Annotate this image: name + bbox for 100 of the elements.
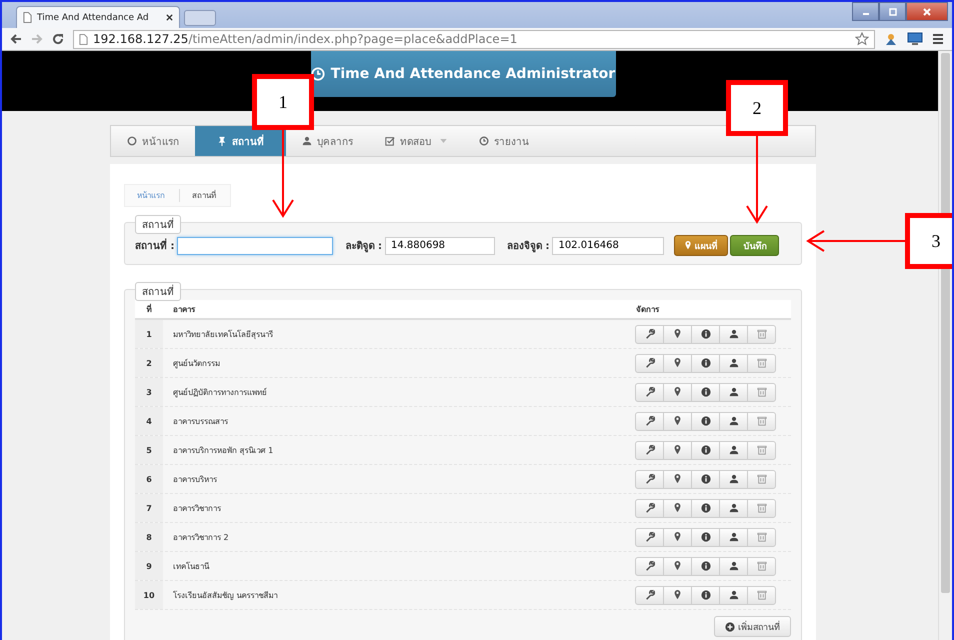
location-button[interactable] xyxy=(663,556,692,576)
user-button[interactable] xyxy=(719,470,748,488)
menu-icon[interactable] xyxy=(932,33,944,45)
input-field[interactable]: 14.880698 xyxy=(384,236,495,254)
building-icon xyxy=(756,503,766,513)
callout-number: 1 xyxy=(252,74,314,130)
close-window-button[interactable] xyxy=(906,2,948,21)
field-label: ละติจูด : xyxy=(345,240,382,253)
address-bar[interactable]: 192.168.127.25/timeAtten/admin/index.php?page=place&addPlace=1 xyxy=(73,30,875,48)
table-cell-text: อาคารวิชาการ 2 xyxy=(172,532,230,544)
pin-icon xyxy=(674,416,681,426)
user-button[interactable] xyxy=(719,586,748,604)
edit-button[interactable] xyxy=(635,528,664,546)
info-icon xyxy=(700,416,710,426)
table-cell-text: เทคโนธานี xyxy=(172,560,210,572)
info-button[interactable] xyxy=(691,324,720,344)
table-cell: 2 xyxy=(135,349,163,377)
pin-icon xyxy=(685,241,692,250)
edit-button[interactable] xyxy=(635,412,664,430)
back-icon[interactable] xyxy=(10,33,22,45)
location-button[interactable] xyxy=(663,586,692,604)
building-icon xyxy=(756,445,766,455)
table-cell-text: ศูนย์ปฏิบัติการทางการแพทย์ xyxy=(172,386,268,398)
nav-tab[interactable]: ทดสอบ xyxy=(369,126,463,156)
user-button[interactable] xyxy=(719,498,748,518)
pin-icon xyxy=(217,136,227,146)
location-button[interactable] xyxy=(663,412,692,430)
reload-icon[interactable] xyxy=(52,33,64,45)
panel-legend: สถานที่ xyxy=(135,215,181,234)
nav-tab[interactable]: สถานที่ xyxy=(195,126,286,156)
input-field[interactable] xyxy=(177,236,334,254)
info-button[interactable] xyxy=(691,556,720,576)
pin-icon xyxy=(674,387,681,397)
app-title-text: Time And Attendance Administrator xyxy=(330,66,616,82)
table-cell: 6 xyxy=(135,465,163,493)
scrollbar[interactable] xyxy=(938,51,952,640)
user-button[interactable] xyxy=(719,382,748,402)
map-button[interactable]: แผนที่ xyxy=(674,235,728,256)
edit-button[interactable] xyxy=(635,382,664,402)
location-button[interactable] xyxy=(663,324,692,344)
user-icon xyxy=(728,329,738,339)
edit-button[interactable] xyxy=(635,498,664,518)
callout-number: 2 xyxy=(726,80,788,136)
info-icon xyxy=(700,561,710,571)
location-button[interactable] xyxy=(663,440,692,460)
info-icon xyxy=(700,532,710,542)
nav-tab[interactable]: หน้าแรก xyxy=(111,126,195,156)
page-icon xyxy=(23,12,32,23)
table-cell: 3 xyxy=(135,378,163,406)
edit-button[interactable] xyxy=(635,470,664,488)
location-button[interactable] xyxy=(663,470,692,488)
clock-icon xyxy=(310,67,325,81)
wrench-icon xyxy=(644,329,654,339)
location-button[interactable] xyxy=(663,528,692,546)
user-icon xyxy=(728,503,738,513)
maximize-button[interactable] xyxy=(879,2,906,21)
user-button[interactable] xyxy=(719,324,748,344)
location-button[interactable] xyxy=(663,498,692,518)
table-cell: 9 xyxy=(135,552,163,580)
info-button[interactable] xyxy=(691,440,720,460)
location-button[interactable] xyxy=(663,354,692,372)
monitor-icon[interactable] xyxy=(907,32,923,46)
building-icon xyxy=(756,387,766,397)
add-place-button[interactable]: เพิ่มสถานที่ xyxy=(714,616,791,637)
save-button[interactable]: บันทึก xyxy=(730,235,780,256)
field-label: ลองจิจูด : xyxy=(506,240,550,253)
close-icon[interactable] xyxy=(166,14,173,21)
extension-icon[interactable] xyxy=(884,32,898,46)
circle-icon xyxy=(127,136,137,146)
table-cell-text: ศูนย์นวัตกรรม xyxy=(172,358,221,370)
building-icon xyxy=(756,561,766,571)
star-icon[interactable] xyxy=(855,32,869,46)
edit-button[interactable] xyxy=(635,556,664,576)
user-icon xyxy=(728,445,738,455)
user-button[interactable] xyxy=(719,440,748,460)
info-button[interactable] xyxy=(691,528,720,546)
pin-icon xyxy=(674,561,681,571)
edit-button[interactable] xyxy=(635,324,664,344)
clock-icon xyxy=(479,136,489,146)
wrench-icon xyxy=(644,358,654,368)
edit-button[interactable] xyxy=(635,354,664,372)
breadcrumb-link[interactable]: หน้าแรก xyxy=(125,189,180,202)
nav-tab[interactable]: รายงาน xyxy=(463,126,545,156)
user-button[interactable] xyxy=(719,412,748,430)
info-button[interactable] xyxy=(691,354,720,372)
info-button[interactable] xyxy=(691,412,720,430)
close-icon xyxy=(922,6,932,16)
info-button[interactable] xyxy=(691,382,720,402)
location-button[interactable] xyxy=(663,382,692,402)
edit-button[interactable] xyxy=(635,440,664,460)
input-field[interactable]: 102.016468 xyxy=(552,236,664,254)
minimize-button[interactable] xyxy=(852,2,879,21)
info-button[interactable] xyxy=(691,470,720,488)
info-button[interactable] xyxy=(691,586,720,604)
user-button[interactable] xyxy=(719,354,748,372)
browser-tab[interactable]: Time And Attendance Ad xyxy=(16,6,180,28)
info-button[interactable] xyxy=(691,498,720,518)
user-button[interactable] xyxy=(719,556,748,576)
user-button[interactable] xyxy=(719,528,748,546)
edit-button[interactable] xyxy=(635,586,664,604)
